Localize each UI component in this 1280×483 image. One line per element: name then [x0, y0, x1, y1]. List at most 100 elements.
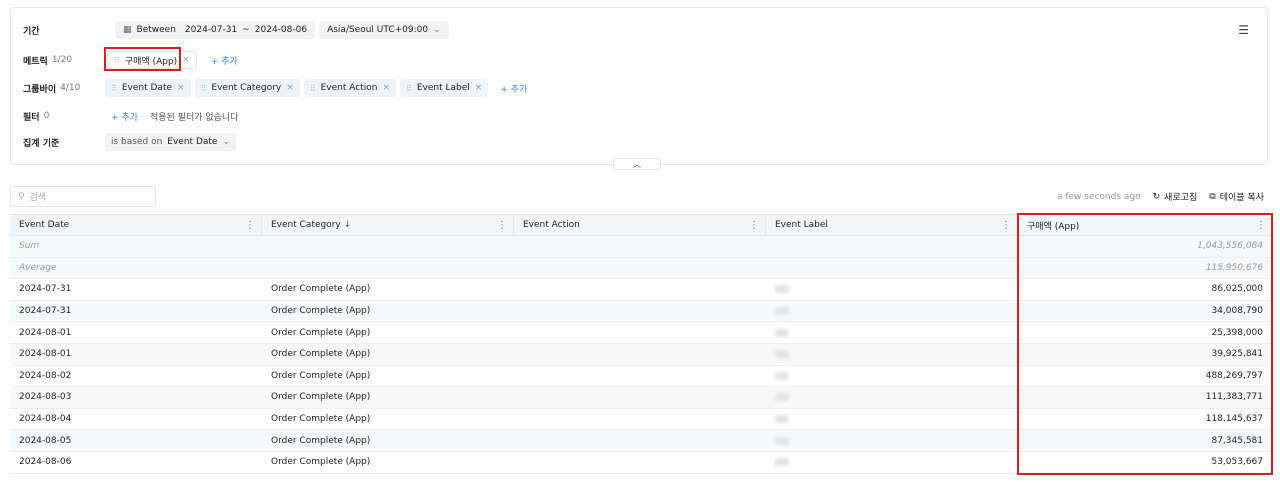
more-vertical-icon[interactable]: ⋮ — [497, 220, 507, 231]
groupby-chip[interactable]: ⠿ Event Category × — [194, 79, 300, 97]
groupby-chip[interactable]: ⠿ Event Date × — [105, 79, 191, 97]
add-metric-button[interactable]: + 추가 — [207, 54, 242, 67]
column-header-label: Event Date — [19, 220, 70, 230]
cell-purchase-amount: 118,145,637 — [1205, 414, 1263, 425]
column-header-label: Event Label — [775, 220, 828, 230]
groupby-controls: ⠿ Event Date × ⠿ Event Category × ⠿ Even… — [105, 78, 531, 98]
aggregate-select[interactable]: is based on Event Date ⌄ — [105, 133, 236, 151]
redacted-value — [775, 328, 789, 337]
chevron-down-icon: ⌄ — [222, 137, 230, 147]
more-vertical-icon[interactable]: ⋮ — [245, 220, 255, 231]
copy-table-button[interactable]: ⧉ 테이블 복사 — [1209, 190, 1264, 204]
filter-count: 0 — [43, 111, 50, 121]
table-row[interactable]: 2024-08-02 Order Complete (App) 488,269,79… — [10, 366, 1272, 388]
cell-event-category: Order Complete (App) — [271, 370, 371, 381]
date-range-sep: ~ — [242, 25, 250, 35]
sort-descending-icon: ↓ — [343, 220, 352, 230]
search-input[interactable]: ⚲ 검색 — [10, 186, 156, 207]
column-header-label: 구매액 (App) — [1027, 221, 1080, 232]
filter-label-text: 필터 — [23, 112, 40, 123]
last-updated: a few seconds ago — [1056, 191, 1141, 202]
aggregate-label: 집계 기준 — [23, 138, 60, 149]
column-header-purchase-amount[interactable]: 구매액 (App) ⋮ — [1018, 215, 1272, 235]
more-vertical-icon[interactable]: ⋮ — [749, 220, 759, 231]
sum-row: Sum 1,043,556,084 — [10, 236, 1272, 258]
cell-event-category: Order Complete (App) — [271, 349, 371, 360]
date-range-picker[interactable]: ▦ Between 2024-07-31 ~ 2024-08-06 — [115, 21, 316, 39]
cell-event-label — [766, 430, 1018, 451]
filter-controls: + 추가 적용된 필터가 없습니다 — [107, 106, 239, 126]
table-row[interactable]: 2024-08-04 Order Complete (App) 118,145,63… — [10, 409, 1272, 431]
table-row[interactable]: 2024-08-01 Order Complete (App) 25,398,000 — [10, 322, 1272, 344]
redacted-value — [775, 371, 789, 380]
cell-event-label — [766, 387, 1018, 408]
cell-event-date: 2024-08-05 — [19, 435, 72, 446]
groupby-chip-label: Event Date — [121, 83, 173, 93]
cell-event-category: Order Complete (App) — [271, 284, 371, 295]
period-controls: ▦ Between 2024-07-31 ~ 2024-08-06 Asia/S… — [115, 20, 449, 40]
close-icon[interactable]: × — [286, 83, 294, 93]
timezone-select[interactable]: Asia/Seoul UTC+09:00 ⌄ — [319, 21, 449, 39]
empty-cell — [262, 258, 514, 279]
average-row: Average 115,950,676 — [10, 257, 1272, 280]
close-icon[interactable]: × — [382, 83, 390, 93]
average-label: Average — [19, 262, 57, 273]
table-row[interactable]: 2024-07-31 Order Complete (App) 34,008,790 — [10, 300, 1272, 323]
groupby-count: 4/10 — [60, 83, 81, 93]
cell-purchase-amount: 39,925,841 — [1211, 349, 1263, 360]
close-icon[interactable]: × — [182, 55, 190, 65]
drag-handle-icon[interactable]: ⠿ — [406, 84, 412, 93]
copy-table-label: 테이블 복사 — [1219, 193, 1264, 203]
cell-event-category: Order Complete (App) — [271, 457, 371, 468]
cell-event-label — [766, 452, 1018, 473]
drag-handle-icon[interactable]: ⠿ — [111, 84, 117, 93]
date-range-end: 2024-08-06 — [254, 25, 308, 35]
more-vertical-icon[interactable]: ⋮ — [1256, 220, 1266, 231]
cell-event-label — [766, 279, 1018, 300]
cell-event-label — [766, 322, 1018, 343]
cell-event-date: 2024-07-31 — [19, 306, 72, 317]
sliders-icon[interactable]: ☰ — [1238, 23, 1249, 37]
table-row[interactable]: 2024-08-06 Order Complete (App) 53,053,667 — [10, 452, 1272, 474]
cell-event-label — [766, 344, 1018, 365]
table-row[interactable]: 2024-08-01 Order Complete (App) 39,925,841 — [10, 343, 1272, 366]
column-header-event-action[interactable]: Event Action ⋮ — [514, 215, 766, 235]
collapse-panel-button[interactable]: ︿ — [613, 158, 661, 170]
filter-label: 필터 0 — [23, 106, 113, 126]
groupby-label: 그룹바이 4/10 — [23, 78, 113, 98]
drag-handle-icon[interactable]: ⠿ — [310, 84, 316, 93]
cell-purchase-amount: 87,345,581 — [1211, 435, 1263, 446]
add-filter-button[interactable]: + 추가 — [107, 110, 142, 123]
cell-event-date: 2024-07-31 — [19, 284, 72, 295]
cell-purchase-amount: 25,398,000 — [1211, 327, 1263, 338]
search-placeholder: 검색 — [29, 193, 47, 203]
add-groupby-button[interactable]: + 추가 — [496, 82, 531, 95]
sum-value: 1,043,556,084 — [1197, 241, 1263, 252]
metric-label-text: 메트릭 — [23, 56, 48, 67]
metric-count: 1/20 — [51, 55, 73, 65]
more-vertical-icon[interactable]: ⋮ — [1001, 220, 1011, 231]
column-header-event-category[interactable]: Event Category ↓ ⋮ — [262, 215, 514, 235]
cell-event-category: Order Complete (App) — [271, 435, 371, 446]
timezone-value: Asia/Seoul UTC+09:00 — [327, 25, 429, 35]
cell-event-category: Order Complete (App) — [271, 414, 371, 425]
cell-event-action — [514, 452, 766, 473]
cell-event-category: Order Complete (App) — [271, 392, 371, 403]
column-header-event-label[interactable]: Event Label ⋮ — [766, 215, 1018, 235]
table-row[interactable]: 2024-07-31 Order Complete (App) 86,025,000 — [10, 279, 1272, 301]
aggregate-prefix: is based on — [111, 137, 163, 147]
close-icon[interactable]: × — [475, 83, 483, 93]
groupby-chip[interactable]: ⠿ Event Label × — [399, 79, 489, 97]
close-icon[interactable]: × — [177, 83, 185, 93]
cell-purchase-amount: 34,008,790 — [1211, 306, 1263, 317]
drag-handle-icon[interactable]: ⠿ — [201, 84, 207, 93]
empty-cell — [262, 236, 514, 257]
groupby-chip[interactable]: ⠿ Event Action × — [303, 79, 396, 97]
redacted-value — [775, 350, 789, 359]
table-row[interactable]: 2024-08-05 Order Complete (App) 87,345,581 — [10, 430, 1272, 452]
table-row[interactable]: 2024-08-03 Order Complete (App) 111,383,77… — [10, 387, 1272, 409]
refresh-button[interactable]: ↻ 새로고침 — [1153, 190, 1198, 204]
column-header-event-date[interactable]: Event Date ⋮ — [10, 215, 262, 235]
cell-event-date: 2024-08-06 — [19, 457, 72, 468]
cell-event-label — [766, 366, 1018, 387]
